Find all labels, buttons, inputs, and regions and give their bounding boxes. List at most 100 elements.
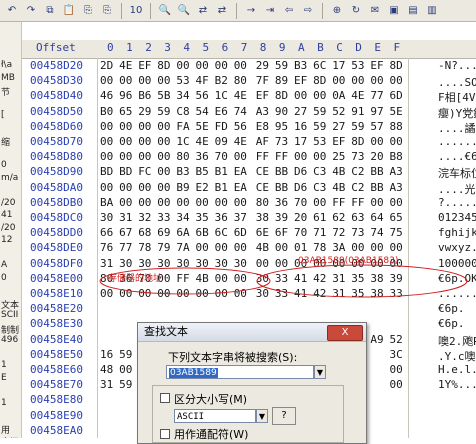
- hex-byte[interactable]: 09: [215, 135, 228, 148]
- hex-byte[interactable]: B9: [176, 181, 189, 194]
- binary-icon[interactable]: 10: [128, 3, 144, 19]
- hex-byte[interactable]: 62: [332, 211, 345, 224]
- hex-byte[interactable]: FF: [351, 196, 364, 209]
- hex-byte[interactable]: 33: [275, 272, 288, 285]
- hex-byte[interactable]: 30: [176, 257, 189, 270]
- ascii-text[interactable]: H.e.l.p..: [438, 363, 476, 376]
- hex-byte[interactable]: FF: [275, 150, 288, 163]
- hex-byte[interactable]: C3: [313, 165, 326, 178]
- hex-byte[interactable]: 00: [215, 241, 228, 254]
- hex-byte[interactable]: 4B: [256, 241, 269, 254]
- hex-byte[interactable]: 00: [119, 74, 132, 87]
- hex-byte[interactable]: E8: [256, 120, 269, 133]
- hex-byte[interactable]: 70: [215, 150, 228, 163]
- forward-icon[interactable]: ⇨: [300, 3, 316, 19]
- hex-byte[interactable]: B6: [138, 89, 151, 102]
- hex-byte[interactable]: 00: [196, 59, 209, 72]
- hex-byte[interactable]: 00: [176, 59, 189, 72]
- hex-byte[interactable]: 90: [275, 105, 288, 118]
- hex-byte[interactable]: BB: [370, 181, 383, 194]
- ascii-text[interactable]: 1Y%....%: [438, 378, 476, 391]
- hex-byte[interactable]: B0: [100, 105, 113, 118]
- ascii-text[interactable]: 浣车标位: [438, 165, 476, 181]
- hex-byte[interactable]: 73: [275, 135, 288, 148]
- hex-byte[interactable]: 6C: [215, 226, 228, 239]
- hex-byte[interactable]: 37: [234, 211, 247, 224]
- hex-byte[interactable]: 00: [119, 287, 132, 300]
- hex-byte[interactable]: C2: [351, 181, 364, 194]
- hex-byte[interactable]: C2: [351, 165, 364, 178]
- hex-byte[interactable]: 63: [351, 211, 364, 224]
- hex-byte[interactable]: C8: [176, 105, 189, 118]
- hex-byte[interactable]: A9: [370, 333, 383, 346]
- hex-byte[interactable]: BB: [370, 165, 383, 178]
- copy-icon[interactable]: ⧉: [42, 3, 58, 19]
- hex-byte[interactable]: 33: [390, 287, 403, 300]
- hex-byte[interactable]: 68: [138, 226, 151, 239]
- hex-byte[interactable]: D6: [294, 165, 307, 178]
- hex-byte[interactable]: 77: [370, 89, 383, 102]
- hex-byte[interactable]: 36: [215, 211, 228, 224]
- hex-byte[interactable]: 00: [100, 74, 113, 87]
- hex-byte[interactable]: 00: [119, 135, 132, 148]
- hex-byte[interactable]: 71: [313, 226, 326, 239]
- hex-byte[interactable]: 70: [294, 226, 307, 239]
- hex-byte[interactable]: 70: [294, 196, 307, 209]
- hex-byte[interactable]: 4B: [332, 181, 345, 194]
- hex-byte[interactable]: 00: [119, 363, 132, 376]
- hex-byte[interactable]: 00: [256, 257, 269, 270]
- hex-byte[interactable]: 30: [100, 211, 113, 224]
- hex-byte[interactable]: 31: [100, 257, 113, 270]
- hex-byte[interactable]: EF: [138, 59, 151, 72]
- hex-byte[interactable]: FA: [176, 120, 189, 133]
- hex-byte[interactable]: 95: [275, 120, 288, 133]
- hex-byte[interactable]: 00: [100, 135, 113, 148]
- hex-byte[interactable]: 5B: [157, 89, 170, 102]
- hex-byte[interactable]: EF: [256, 89, 269, 102]
- ascii-text[interactable]: 0123456789: [438, 211, 476, 224]
- disk-icon[interactable]: ▣: [386, 3, 402, 19]
- paste-icon[interactable]: 📋: [61, 3, 77, 19]
- hex-byte[interactable]: 52: [390, 333, 403, 346]
- hex-byte[interactable]: 38: [256, 211, 269, 224]
- hex-byte[interactable]: 00: [313, 150, 326, 163]
- hex-byte[interactable]: B3: [176, 165, 189, 178]
- hex-byte[interactable]: 00: [196, 241, 209, 254]
- hex-byte[interactable]: 00: [176, 287, 189, 300]
- hex-byte[interactable]: 4F: [196, 74, 209, 87]
- find-hex-icon[interactable]: 🔍: [176, 3, 192, 19]
- hex-byte[interactable]: E2: [196, 181, 209, 194]
- hex-byte[interactable]: 00: [390, 363, 403, 376]
- hex-byte[interactable]: 30: [256, 272, 269, 285]
- hex-byte[interactable]: 6B: [196, 226, 209, 239]
- hex-byte[interactable]: 56: [196, 89, 209, 102]
- hex-byte[interactable]: 33: [157, 211, 170, 224]
- hex-byte[interactable]: B1: [215, 165, 228, 178]
- hex-byte[interactable]: 65: [390, 211, 403, 224]
- hex-byte[interactable]: 00: [157, 287, 170, 300]
- hex-byte[interactable]: A3: [256, 105, 269, 118]
- hex-byte[interactable]: FF: [176, 272, 189, 285]
- ascii-text[interactable]: ....SO驗.: [438, 74, 476, 90]
- hex-byte[interactable]: 66: [100, 226, 113, 239]
- goto-icon[interactable]: →: [243, 3, 259, 19]
- hex-byte[interactable]: 00: [100, 120, 113, 133]
- hex-byte[interactable]: 00: [234, 287, 247, 300]
- hex-byte[interactable]: B8: [390, 150, 403, 163]
- hex-byte[interactable]: 00: [196, 196, 209, 209]
- hex-byte[interactable]: 00: [370, 241, 383, 254]
- hex-byte[interactable]: 31: [119, 211, 132, 224]
- hex-byte[interactable]: 59: [157, 105, 170, 118]
- hex-byte[interactable]: 53: [351, 59, 364, 72]
- hex-byte[interactable]: 00: [119, 120, 132, 133]
- hex-byte[interactable]: 59: [119, 378, 132, 391]
- hex-byte[interactable]: 89: [275, 74, 288, 87]
- hex-byte[interactable]: 00: [157, 196, 170, 209]
- hex-byte[interactable]: 00: [196, 287, 209, 300]
- hex-byte[interactable]: 41: [294, 287, 307, 300]
- ascii-text[interactable]: ....譎庸铝: [438, 120, 476, 136]
- hex-byte[interactable]: B2: [215, 74, 228, 87]
- hex-byte[interactable]: 46: [100, 89, 113, 102]
- hex-byte[interactable]: 75: [390, 226, 403, 239]
- hex-byte[interactable]: EA: [234, 181, 247, 194]
